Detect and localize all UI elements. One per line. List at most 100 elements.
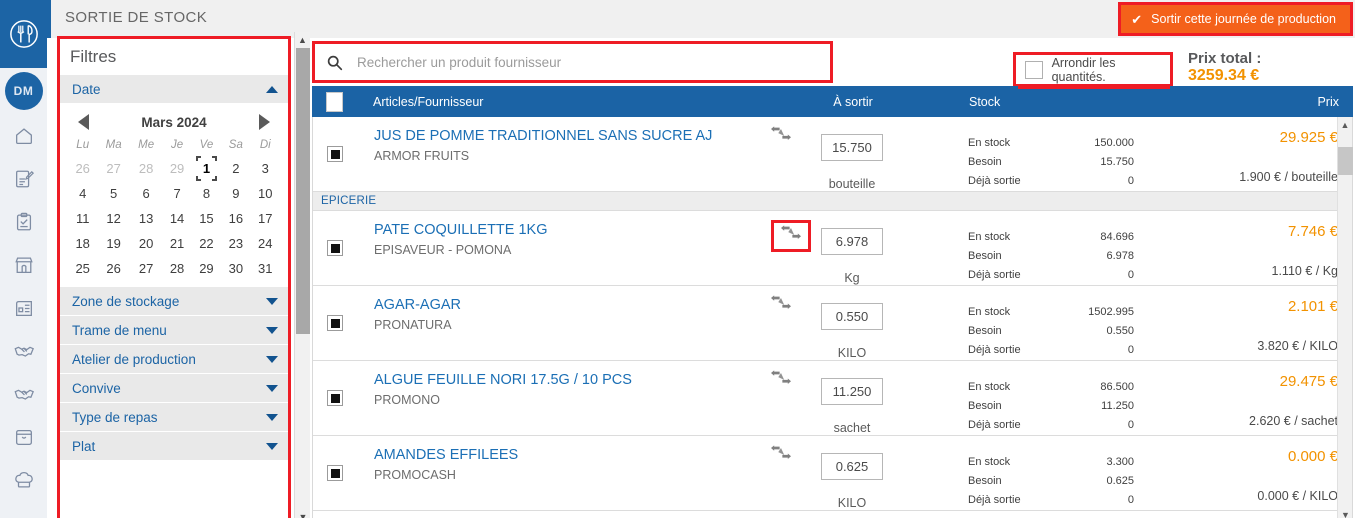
filter-section-date[interactable]: Date [60,75,288,104]
avatar[interactable]: DM [0,68,47,114]
stock-value: 6.978 [1106,250,1134,262]
swap-product-button[interactable] [771,126,791,148]
sidebar-item-contracts[interactable] [0,372,47,415]
row-checkbox[interactable] [327,315,343,331]
search-input[interactable] [353,44,830,80]
calendar-day[interactable]: 17 [251,206,280,231]
sortir-journee-production-button[interactable]: ✔ Sortir cette journée de production [1121,5,1350,33]
calendar-day[interactable]: 18 [68,231,97,256]
calendar-day[interactable]: 20 [130,231,162,256]
sidebar-item-restaurant[interactable] [0,243,47,286]
calendar-day[interactable]: 13 [130,206,162,231]
swap-product-button[interactable] [771,220,811,252]
calendar-day[interactable]: 26 [97,256,129,281]
price-total: 29.475 € [1279,373,1338,390]
calendar-prev-month-button[interactable] [78,114,89,130]
calendar-day[interactable]: 11 [68,206,97,231]
stock-line-besoin: Besoin 6.978 [912,247,1142,266]
calendar-day-selected[interactable]: 1 [192,156,221,181]
sidebar-item-tasks[interactable] [0,200,47,243]
swap-product-button[interactable] [771,370,791,392]
article-name[interactable]: AMANDES EFFILEES [374,447,746,465]
row-checkbox[interactable] [327,146,343,162]
calendar-day[interactable]: 30 [221,256,250,281]
filters-scrollbar-thumb[interactable] [296,48,310,334]
filter-section-plat[interactable]: Plat [60,432,288,461]
calendar-day[interactable]: 19 [97,231,129,256]
scroll-up-icon[interactable]: ▲ [295,32,310,48]
quantity-input[interactable] [821,134,883,161]
table-row: PATE COQUILLETTE 1KG EPISAVEUR - POMONA Kg… [313,211,1352,286]
calendar-day[interactable]: 28 [130,156,162,181]
filter-section-zone-de-stockage[interactable]: Zone de stockage [60,287,288,316]
article-name[interactable]: ALGUE FEUILLE NORI 17.5G / 10 PCS [374,372,746,390]
article-name[interactable]: PATE COQUILLETTE 1KG [374,222,746,240]
calendar-day[interactable]: 10 [251,181,280,206]
table-row: AGAR-AGAR PRONATURA KILO En stock 1502.995 Be… [313,286,1352,361]
column-header-stock[interactable]: Stock [913,95,1143,109]
calendar-day-number: 25 [75,261,90,276]
calendar-day[interactable]: 3 [251,156,280,181]
filter-section-type-de-repas[interactable]: Type de repas [60,403,288,432]
filters-scrollbar[interactable]: ▲ ▼ [294,32,310,525]
calendar-day[interactable]: 22 [192,231,221,256]
calendar-day[interactable]: 28 [162,256,191,281]
calendar-day[interactable]: 26 [68,156,97,181]
calendar-day[interactable]: 8 [192,181,221,206]
sidebar-item-home[interactable] [0,114,47,157]
left-icon-rail: DM [0,0,47,525]
sidebar-item-suppliers[interactable] [0,329,47,372]
filter-section-atelier-de-production[interactable]: Atelier de production [60,345,288,374]
row-checkbox[interactable] [327,390,343,406]
row-checkbox[interactable] [327,465,343,481]
calendar-day[interactable]: 5 [97,181,129,206]
calendar-day-number: 19 [106,236,121,251]
calendar-day[interactable]: 27 [97,156,129,181]
calendar-day[interactable]: 25 [68,256,97,281]
quantity-input[interactable] [821,453,883,480]
calendar-next-month-button[interactable] [259,114,270,130]
filter-section-trame-de-menu[interactable]: Trame de menu [60,316,288,345]
article-name[interactable]: JUS DE POMME TRADITIONNEL SANS SUCRE AJ [374,128,746,146]
article-name[interactable]: AGAR-AGAR [374,297,746,315]
calendar-day[interactable]: 12 [97,206,129,231]
sidebar-item-invoices[interactable] [0,286,47,329]
app-logo[interactable] [0,0,47,68]
quantity-input[interactable] [821,303,883,330]
swap-product-button[interactable] [771,295,791,317]
select-all-checkbox[interactable] [325,91,343,112]
quantity-input[interactable] [821,228,883,255]
calendar-day[interactable]: 27 [130,256,162,281]
column-header-prix[interactable]: Prix [1143,95,1353,109]
calendar-day[interactable]: 29 [162,156,191,181]
quantity-input[interactable] [821,378,883,405]
calendar-day[interactable]: 9 [221,181,250,206]
calendar-day[interactable]: 16 [221,206,250,231]
swap-product-button[interactable] [771,445,791,467]
calendar-day[interactable]: 21 [162,231,191,256]
calendar-day[interactable]: 15 [192,206,221,231]
filter-section-convive[interactable]: Convive [60,374,288,403]
calendar-day[interactable]: 14 [162,206,191,231]
calendar-weekday: Ve [199,139,214,151]
table-scrollbar[interactable]: ▲ ▼ [1337,117,1353,522]
calendar-day[interactable]: 24 [251,231,280,256]
sidebar-item-stock[interactable] [0,415,47,458]
arrondir-quantites-label: Arrondir les quantités. [1051,55,1116,84]
calendar-day[interactable]: 23 [221,231,250,256]
calendar-day[interactable]: 31 [251,256,280,281]
row-checkbox[interactable] [327,240,343,256]
calendar-day[interactable]: 7 [162,181,191,206]
column-header-articles[interactable]: Articles/Fournisseur [356,95,793,109]
column-header-a-sortir[interactable]: À sortir [793,95,913,109]
calendar-day[interactable]: 4 [68,181,97,206]
calendar-day[interactable]: 29 [192,256,221,281]
table-row: JUS DE POMME TRADITIONNEL SANS SUCRE AJ A… [313,117,1352,192]
sidebar-item-menus[interactable] [0,157,47,200]
sidebar-item-production[interactable] [0,458,47,501]
calendar-day[interactable]: 2 [221,156,250,181]
scroll-up-icon[interactable]: ▲ [1338,117,1352,132]
calendar-day[interactable]: 6 [130,181,162,206]
arrondir-quantites-checkbox[interactable] [1025,60,1043,79]
table-scrollbar-thumb[interactable] [1338,147,1353,175]
